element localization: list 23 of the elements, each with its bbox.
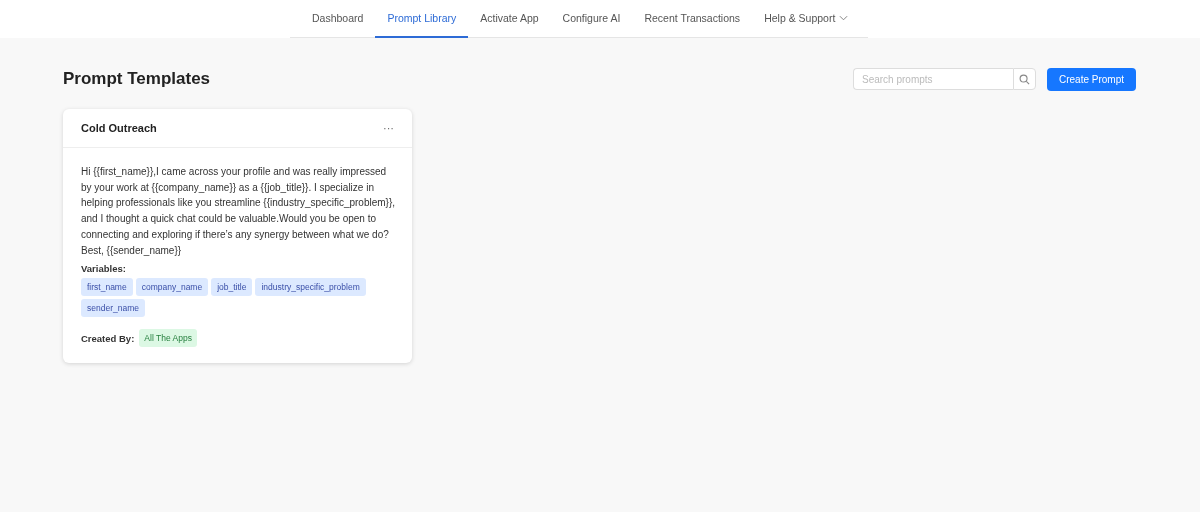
- author-tag: All The Apps: [139, 329, 197, 348]
- more-menu-button[interactable]: ···: [383, 122, 394, 134]
- page-title: Prompt Templates: [63, 69, 211, 89]
- nav-tab[interactable]: Activate App: [468, 0, 551, 38]
- nav-tab[interactable]: Help & Support: [752, 0, 861, 38]
- chevron-down-icon: [839, 15, 849, 21]
- create-prompt-button[interactable]: Create Prompt: [1046, 67, 1136, 91]
- nav-tab[interactable]: Recent Transactions: [632, 0, 753, 38]
- created-by-label: Created By:: [81, 332, 135, 344]
- variable-tag: sender_name: [81, 299, 145, 318]
- variable-tag: first_name: [81, 278, 133, 297]
- nav-tab[interactable]: Prompt Library: [375, 0, 469, 38]
- variable-tag: company_name: [135, 278, 209, 297]
- variables-label: Variables:: [81, 263, 127, 275]
- nav-tab[interactable]: Dashboard: [300, 0, 376, 38]
- search-field[interactable]: Search prompts: [852, 68, 1013, 90]
- variable-tag: job_title: [211, 278, 253, 297]
- prompt-text: Hi {{first_name}},I came across your profile and was really impressed by your work at {{company_name}} as a {{job_title}}. I specialize in helping professionals like you streamline {{industry_specific_problem}}, and I thought a quick chat could be valuable.Would you be open to connecting and exploring if there’s any synergy between what we do? Best, {{sender_name}}: [81, 165, 396, 258]
- variable-tag: industry_specific_problem: [255, 278, 366, 297]
- search-button[interactable]: [1012, 68, 1036, 90]
- nav-tab[interactable]: Configure AI: [550, 0, 633, 38]
- card-title: Cold Outreach: [81, 122, 157, 134]
- search-icon: [1018, 73, 1030, 85]
